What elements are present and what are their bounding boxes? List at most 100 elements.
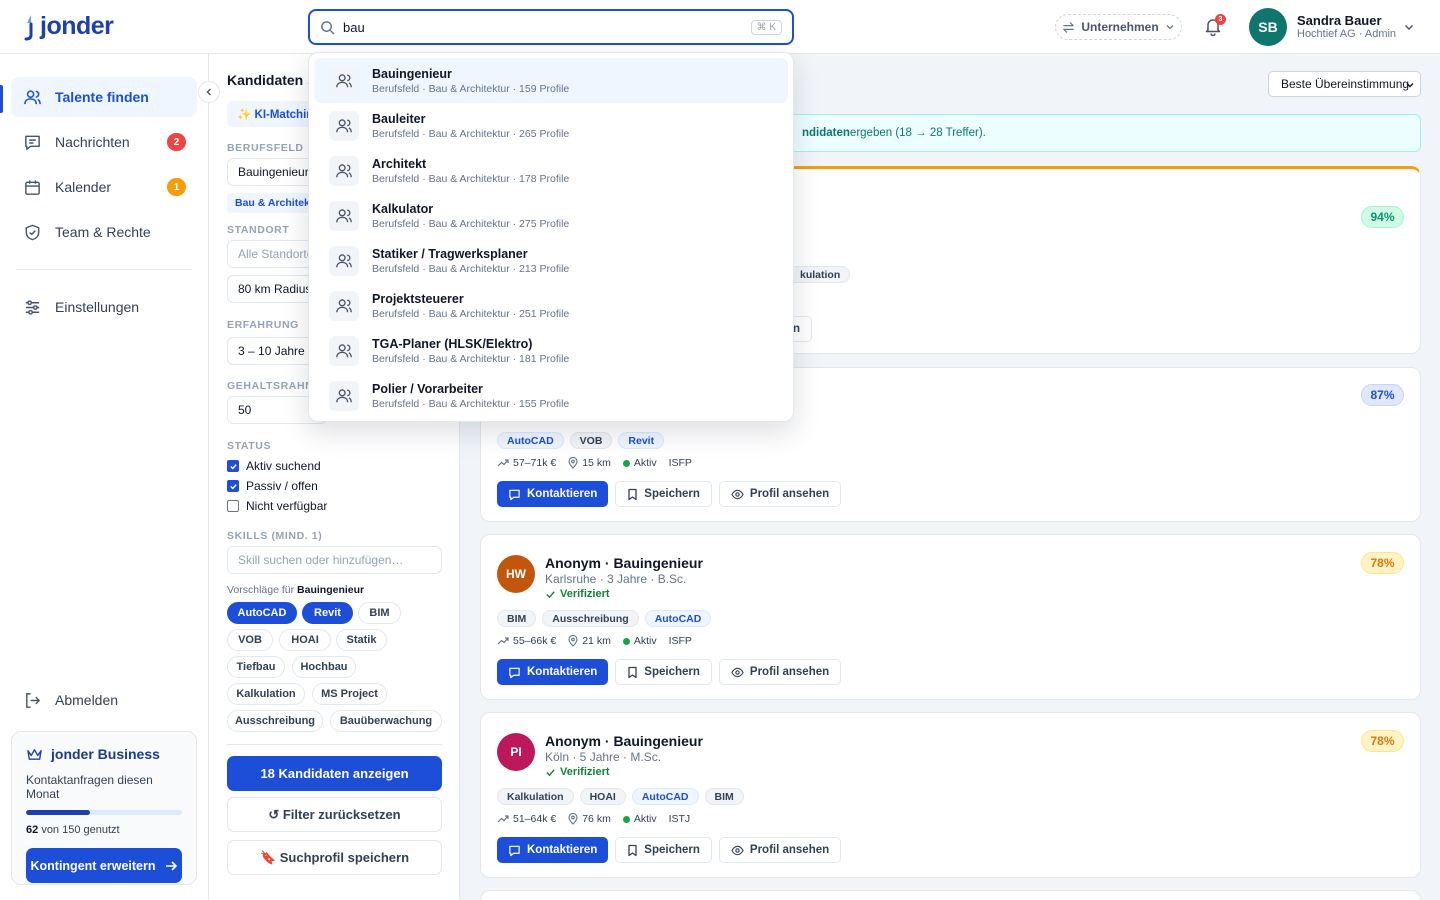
skill-chip-bim[interactable]: BIM xyxy=(358,602,401,624)
sidebar-item-label: Team & Rechte xyxy=(55,224,151,240)
user-name[interactable]: Sandra Bauer xyxy=(1297,13,1382,28)
suggestion-item[interactable]: Projektsteuerer Berufsfeld · Bau & Archit… xyxy=(314,283,788,328)
candidate-name[interactable]: Anonym · Bauingenieur xyxy=(545,555,703,571)
save-label: Speichern xyxy=(644,844,700,856)
check-icon xyxy=(229,483,237,490)
skill-tags: kulation xyxy=(791,266,851,283)
candidate-stats: 51–64k € 76 km Aktiv ISTJ xyxy=(497,813,696,825)
save-candidate-button[interactable]: Speichern xyxy=(615,837,712,863)
status-option-passiv[interactable]: Passiv / offen xyxy=(227,479,318,493)
skill-search-input[interactable]: Skill suchen oder hinzufügen… xyxy=(227,546,442,574)
user-avatar[interactable]: SB xyxy=(1249,8,1287,46)
collapse-sidebar-button[interactable] xyxy=(198,81,220,103)
candidate-name[interactable]: Anonym · Bauingenieur xyxy=(545,733,703,749)
suggestion-title: Architekt xyxy=(372,156,427,171)
extend-quota-button[interactable]: Kontingent erweitern xyxy=(26,848,182,883)
salary-text: 57–71k € xyxy=(513,457,557,469)
trend-up-icon xyxy=(497,459,509,467)
checkbox-unchecked[interactable] xyxy=(227,500,239,512)
status-option-aktiv[interactable]: Aktiv suchend xyxy=(227,459,321,473)
contact-label: Kontaktieren xyxy=(527,488,598,500)
verified-text: Verifiziert xyxy=(560,588,610,600)
sidebar-item-team[interactable]: Team & Rechte xyxy=(11,212,197,252)
contact-button[interactable]: Kontaktieren xyxy=(497,837,609,863)
contact-button[interactable]: Kontaktieren xyxy=(497,659,609,685)
match-score-badge: 78% xyxy=(1361,730,1404,752)
global-search[interactable]: ⌘ K xyxy=(308,9,794,45)
brand-logo[interactable]: jonder xyxy=(22,12,114,41)
skill-tag: VOB xyxy=(569,432,613,449)
view-profile-button[interactable]: Profil ansehen xyxy=(718,659,842,685)
skill-chip-ms-project[interactable]: MS Project xyxy=(312,683,387,705)
distance-text: 15 km xyxy=(582,457,611,469)
show-candidates-button[interactable]: 18 Kandidaten anzeigen xyxy=(227,756,442,791)
sidebar-item-kalender[interactable]: Kalender 1 xyxy=(11,167,197,207)
message-icon xyxy=(509,845,520,856)
personality-stat: ISTJ xyxy=(668,813,691,825)
arrow-right-icon xyxy=(165,860,177,871)
suggestion-item[interactable]: Polier / Vorarbeiter Berufsfeld · Bau & A… xyxy=(314,373,788,418)
sidebar-item-talente[interactable]: Talente finden xyxy=(11,77,197,117)
skill-tag: BIM xyxy=(704,788,744,805)
status-option-nicht-verfuegbar[interactable]: Nicht verfügbar xyxy=(227,499,327,513)
skill-chip-tiefbau[interactable]: Tiefbau xyxy=(227,656,285,678)
suggestion-item[interactable]: Bauingenieur Berufsfeld · Bau & Architekt… xyxy=(314,58,788,103)
reset-filter-button[interactable]: ↺ Filter zurücksetzen xyxy=(227,797,442,832)
view-profile-button[interactable]: n xyxy=(791,316,813,342)
view-profile-button[interactable]: Profil ansehen xyxy=(718,837,842,863)
sidebar-item-nachrichten[interactable]: Nachrichten 2 xyxy=(11,122,197,162)
skill-chip-autocad[interactable]: AutoCAD xyxy=(227,602,297,624)
users-icon xyxy=(24,89,41,104)
suggestion-item[interactable]: TGA-Planer (HLSK/Elektro) Berufsfeld · Ba… xyxy=(314,328,788,373)
view-profile-button[interactable]: Profil ansehen xyxy=(718,481,842,507)
skill-chip-kalkulation[interactable]: Kalkulation xyxy=(227,683,305,705)
user-menu-chevron-icon[interactable] xyxy=(1403,21,1415,33)
skill-chip-revit[interactable]: Revit xyxy=(302,602,353,624)
save-candidate-button[interactable]: Speichern xyxy=(615,481,712,507)
logout-button[interactable]: Abmelden xyxy=(11,680,197,720)
save-search-profile-button[interactable]: 🔖 Suchprofil speichern xyxy=(227,840,442,875)
suggestion-item[interactable]: Bauleiter Berufsfeld · Bau & Architektur … xyxy=(314,103,788,148)
status-text: Aktiv xyxy=(633,813,657,825)
trend-up-icon xyxy=(497,637,509,645)
skill-chip-hoai[interactable]: HOAI xyxy=(279,629,331,651)
match-score-badge: 78% xyxy=(1361,552,1404,574)
switch-company-button[interactable]: Unternehmen xyxy=(1055,14,1182,40)
candidate-card[interactable]: PI Anonym · Bauingenieur Köln · 5 Jahre … xyxy=(480,712,1421,878)
checkbox-checked[interactable] xyxy=(227,480,239,492)
user-role: Hochtief AG · Admin xyxy=(1297,28,1397,40)
skill-chip-vob[interactable]: VOB xyxy=(227,629,273,651)
notifications-button[interactable]: 3 xyxy=(1204,14,1226,36)
candidate-stats: 57–71k € 15 km Aktiv ISFP xyxy=(497,457,698,469)
skill-chip-bauueberwachung[interactable]: Bauüberwachung xyxy=(330,710,442,732)
sort-select[interactable]: Beste Übereinstimmung xyxy=(1268,71,1421,97)
skill-chip-ausschreibung[interactable]: Ausschreibung xyxy=(227,710,323,732)
suggestion-item[interactable]: Statiker / Tragwerksplaner Berufsfeld · B… xyxy=(314,238,788,283)
salary-text: 55–66k € xyxy=(513,635,557,647)
calendar-badge: 1 xyxy=(167,178,186,196)
skill-chip-statik[interactable]: Statik xyxy=(336,629,387,651)
skill-chip-hochbau[interactable]: Hochbau xyxy=(292,656,356,678)
status-dot xyxy=(622,637,630,645)
save-candidate-button[interactable]: Speichern xyxy=(615,659,712,685)
suggestion-item[interactable]: Architekt Berufsfeld · Bau & Architektur … xyxy=(314,148,788,193)
bookmark-icon xyxy=(628,488,637,500)
checkbox-checked[interactable] xyxy=(227,460,239,472)
logout-icon xyxy=(26,692,40,708)
check-icon xyxy=(546,590,555,598)
suggestion-item[interactable]: Kalkulator Berufsfeld · Bau & Architektur… xyxy=(314,193,788,238)
sort-value: Beste Übereinstimmung xyxy=(1281,77,1410,91)
sidebar-item-einstellungen[interactable]: Einstellungen xyxy=(11,287,197,327)
skill-tag: AutoCAD xyxy=(631,788,699,805)
skill-tag: HOAI xyxy=(579,788,626,805)
suggestions-for: Bauingenieur xyxy=(297,584,365,596)
candidate-meta: Karlsruhe · 3 Jahre · B.Sc. xyxy=(545,572,687,586)
candidate-card[interactable] xyxy=(480,890,1421,900)
profile-label: Profil ansehen xyxy=(749,844,830,856)
search-input[interactable] xyxy=(343,19,751,35)
business-plan-title: jonder Business xyxy=(26,746,182,762)
skill-tags: BIM Ausschreibung AutoCAD xyxy=(497,610,712,627)
chevron-left-icon xyxy=(206,88,211,96)
candidate-card[interactable]: HW Anonym · Bauingenieur Karlsruhe · 3 J… xyxy=(480,534,1421,700)
contact-button[interactable]: Kontaktieren xyxy=(497,481,609,507)
